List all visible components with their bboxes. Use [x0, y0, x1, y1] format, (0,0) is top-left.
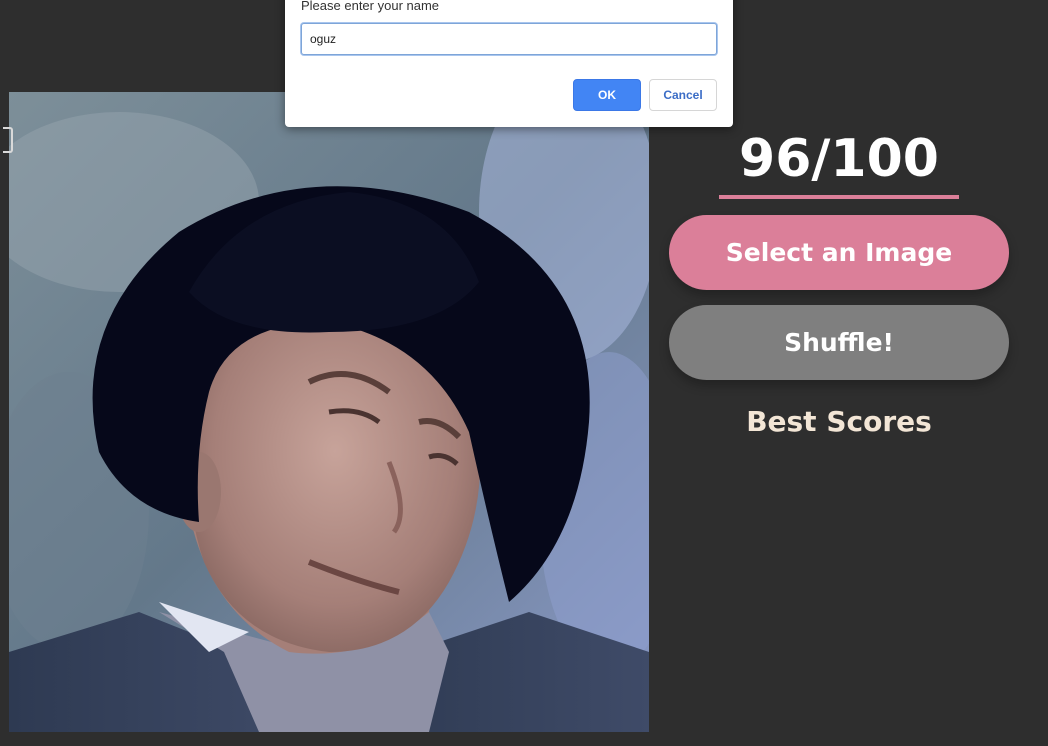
- name-prompt-dialog: Please enter your name OK Cancel: [285, 0, 733, 127]
- puzzle-image[interactable]: [9, 92, 649, 732]
- name-input[interactable]: [301, 23, 717, 55]
- cancel-button[interactable]: Cancel: [649, 79, 717, 111]
- score-display: 96/100: [719, 128, 959, 199]
- tile-edge-marker: [3, 127, 13, 153]
- ok-button[interactable]: OK: [573, 79, 641, 111]
- best-scores-title: Best Scores: [746, 405, 932, 438]
- select-image-button[interactable]: Select an Image: [669, 215, 1009, 290]
- man-in-hat-photo: [9, 92, 649, 732]
- shuffle-button[interactable]: Shuffle!: [669, 305, 1009, 380]
- prompt-message: Please enter your name: [301, 0, 440, 13]
